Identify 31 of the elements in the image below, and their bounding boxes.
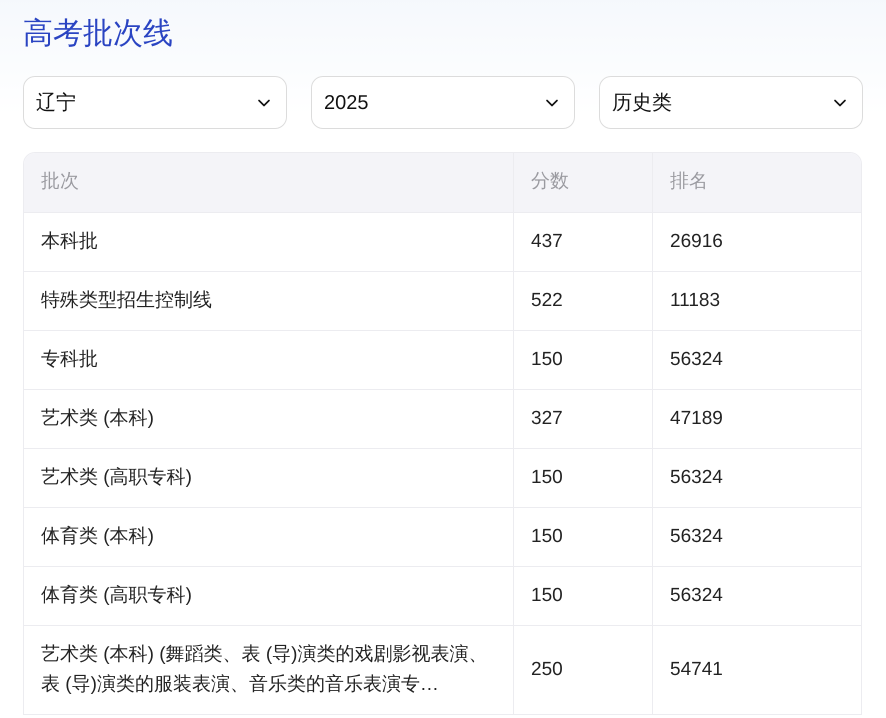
- dropdown[interactable]: 历史类: [599, 76, 863, 129]
- table-cell-text: 56324: [670, 348, 723, 372]
- table-cell-text: 150: [531, 348, 563, 372]
- table-cell-text: 56324: [670, 584, 723, 608]
- table-cell-text: 522: [531, 289, 563, 313]
- dropdown[interactable]: 辽宁: [23, 76, 287, 129]
- table-cell-text: 11183: [670, 289, 720, 313]
- dropdown[interactable]: 2025: [311, 76, 575, 129]
- table-cell-text: 327: [531, 407, 563, 431]
- table-cell-text: 47189: [670, 407, 723, 431]
- column-header: 排名: [670, 170, 708, 194]
- table-cell-text: 专科批: [41, 348, 98, 372]
- table-cell-text: 250: [531, 658, 563, 682]
- table-cell-text: 艺术类 (本科) (舞蹈类、表 (导)演类的戏剧影视表演、表 (导)演类的服装表演、音乐类的音乐表演专…: [41, 643, 488, 697]
- column-header: 分数: [531, 170, 569, 194]
- table-cell-text: 体育类 (本科): [41, 524, 154, 549]
- table-cell-text: 艺术类 (高职专科): [41, 466, 192, 490]
- table-cell-text: 特殊类型招生控制线: [41, 289, 212, 313]
- table-cell-text: 54741: [670, 658, 723, 682]
- table-cell-text: 体育类 (高职专科): [41, 584, 192, 608]
- table-cell-text: 437: [531, 230, 563, 254]
- table-cell-text: 本科批: [41, 230, 98, 254]
- table-cell-text: 26916: [670, 230, 723, 254]
- table-cell-text: 56324: [670, 466, 723, 490]
- table-cell-text: 56324: [670, 525, 723, 549]
- column-header: 批次: [41, 170, 79, 194]
- table-cell-text: 150: [531, 466, 563, 490]
- table-cell-text: 150: [531, 584, 563, 608]
- table-cell-text: 艺术类 (本科): [41, 407, 154, 431]
- page-title: 高考批次线: [23, 16, 173, 52]
- table-cell-text: 150: [531, 525, 563, 549]
